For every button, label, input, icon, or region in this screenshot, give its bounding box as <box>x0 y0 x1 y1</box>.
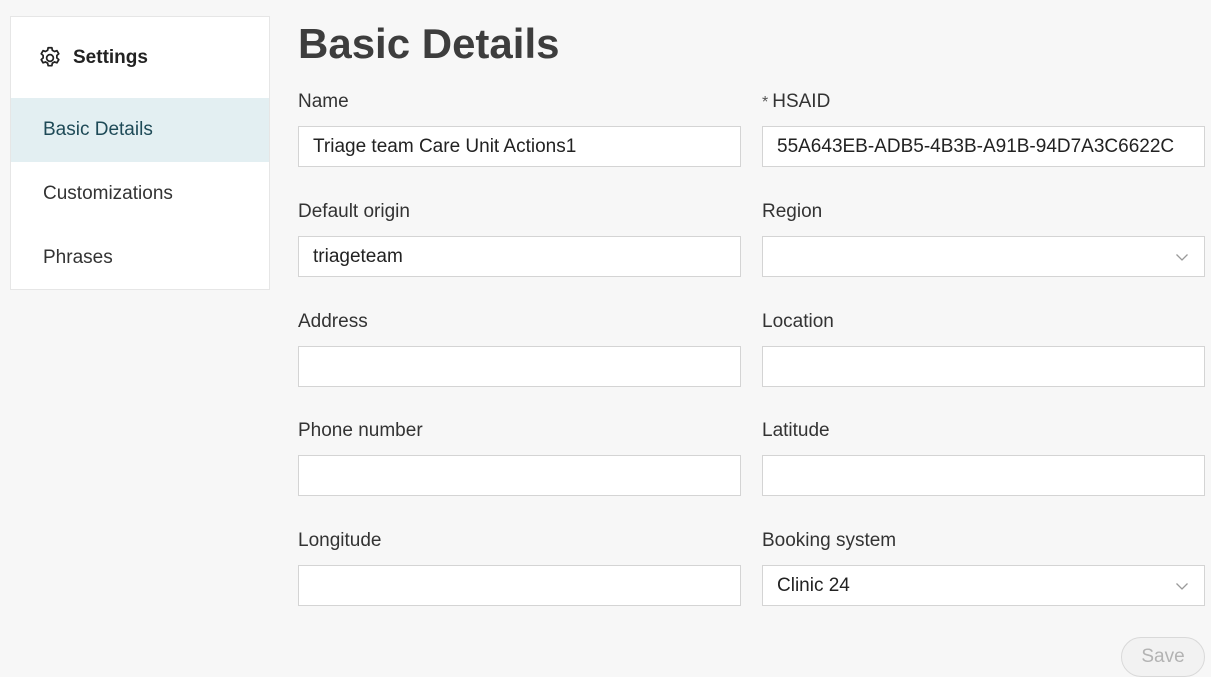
location-label: Location <box>762 311 834 332</box>
name-label: Name <box>298 91 349 112</box>
default-origin-field-group: Default origin <box>298 200 741 277</box>
sidebar-item-label: Phrases <box>43 247 113 268</box>
booking-system-select[interactable]: Clinic 24 <box>762 565 1205 606</box>
address-input[interactable] <box>298 346 741 387</box>
phone-number-input[interactable] <box>298 455 741 496</box>
default-origin-label: Default origin <box>298 201 410 222</box>
sidebar-item-phrases[interactable]: Phrases <box>11 226 269 290</box>
sidebar-item-basic-details[interactable]: Basic Details <box>11 98 269 162</box>
address-label: Address <box>298 311 368 332</box>
phone-number-label: Phone number <box>298 420 423 441</box>
gear-icon <box>37 45 63 71</box>
longitude-label: Longitude <box>298 530 382 551</box>
booking-system-field-group: Booking system Clinic 24 <box>762 529 1205 606</box>
hsaid-label-text: HSAID <box>772 91 831 112</box>
sidebar-item-label: Customizations <box>43 183 173 204</box>
location-input[interactable] <box>762 346 1205 387</box>
hsaid-label: * HSAID <box>762 90 1205 114</box>
region-select[interactable] <box>762 236 1205 277</box>
name-input[interactable] <box>298 126 741 167</box>
phone-number-field-group: Phone number <box>298 419 741 496</box>
region-field-group: Region <box>762 200 1205 277</box>
longitude-input[interactable] <box>298 565 741 606</box>
save-button[interactable]: Save <box>1121 637 1205 677</box>
address-field-group: Address <box>298 310 741 387</box>
required-mark: * <box>762 94 769 111</box>
region-label: Region <box>762 201 823 222</box>
default-origin-input[interactable] <box>298 236 741 277</box>
latitude-label: Latitude <box>762 420 830 441</box>
sidebar-header: Settings <box>11 17 269 98</box>
sidebar-item-label: Basic Details <box>43 119 153 140</box>
chevron-down-icon <box>1174 578 1190 594</box>
hsaid-field-group: * HSAID <box>762 90 1205 167</box>
hsaid-input[interactable] <box>762 126 1205 167</box>
location-field-group: Location <box>762 310 1205 387</box>
sidebar-item-customizations[interactable]: Customizations <box>11 162 269 226</box>
longitude-field-group: Longitude <box>298 529 741 606</box>
latitude-input[interactable] <box>762 455 1205 496</box>
latitude-field-group: Latitude <box>762 419 1205 496</box>
page-title: Basic Details <box>298 20 560 67</box>
settings-sidebar: Settings Basic Details Customizations Ph… <box>10 16 270 290</box>
basic-details-form: Basic Details Name *HSAID Default origin… <box>298 0 1205 677</box>
booking-system-label: Booking system <box>762 530 897 551</box>
name-field-group: Name <box>298 90 741 167</box>
chevron-down-icon <box>1174 249 1190 265</box>
booking-system-select-value: Clinic 24 <box>777 574 850 596</box>
sidebar-title: Settings <box>73 46 148 68</box>
